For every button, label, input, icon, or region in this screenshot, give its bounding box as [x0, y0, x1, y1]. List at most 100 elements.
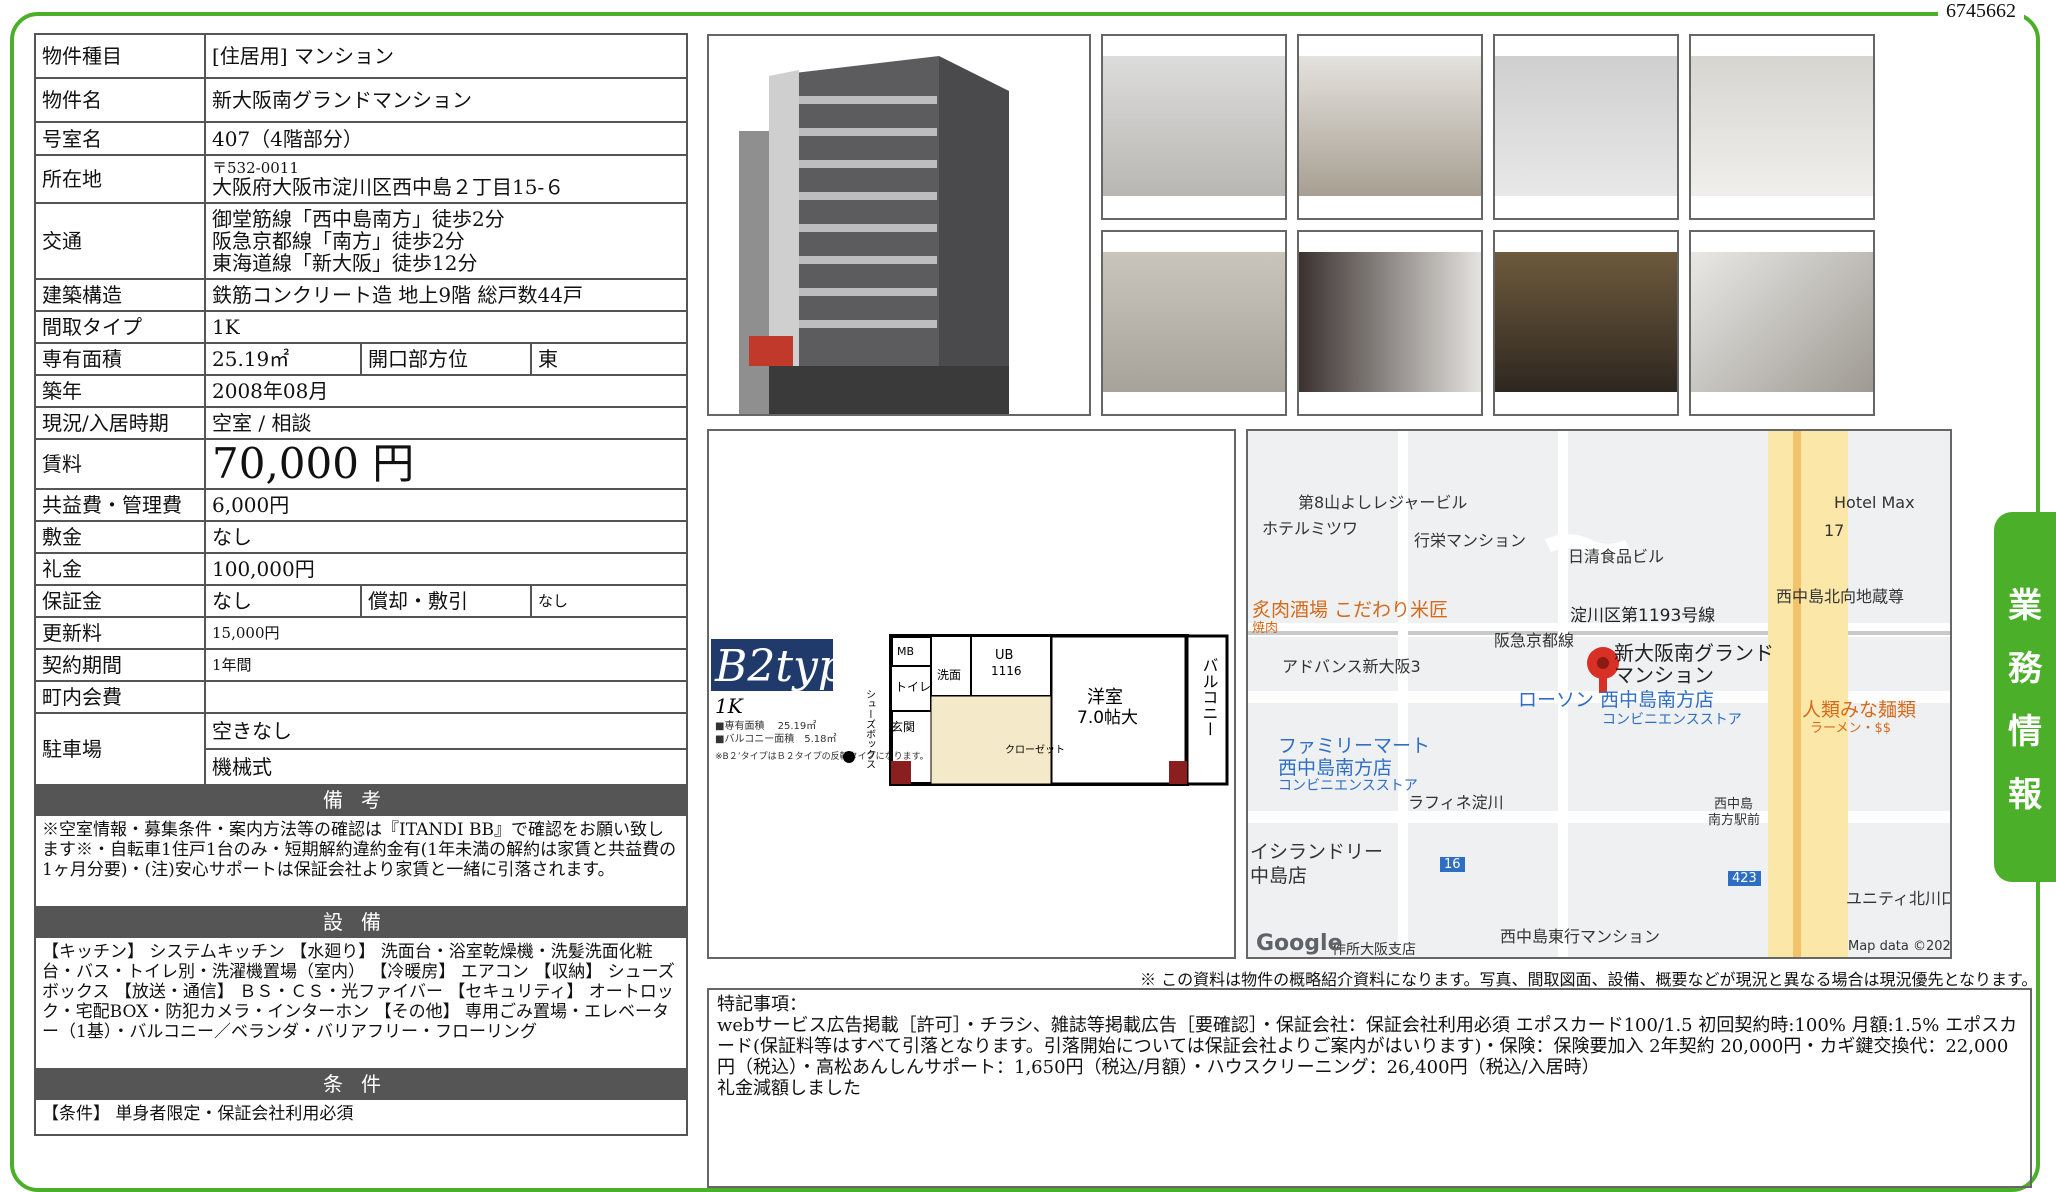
building-exterior-photo[interactable]	[707, 34, 1091, 416]
room-photo-7[interactable]	[1493, 230, 1679, 416]
deposit-label: 敷金	[34, 520, 206, 554]
plan-closet: クローゼット	[1005, 744, 1065, 756]
key-money-label: 礼金	[34, 552, 206, 586]
built-label: 築年	[34, 374, 206, 408]
rent-value: 70,000 円	[203, 438, 689, 490]
plan-area-2: ■バルコニー面積 5.18㎡	[715, 732, 837, 745]
structure-label: 建築構造	[34, 278, 206, 312]
name-label: 物件名	[34, 77, 206, 123]
transit-label: 交通	[34, 202, 206, 280]
fee-value: 6,000円	[203, 488, 689, 522]
equipment-header: 設備	[33, 906, 689, 938]
amort-label: 償却・敷引	[360, 584, 532, 618]
room-photo-3[interactable]	[1493, 34, 1679, 220]
room-photo-image	[1299, 252, 1481, 392]
plan-room-label: 洋室	[1087, 687, 1123, 708]
conditions-header: 条件	[33, 1068, 689, 1100]
status-value: 空室 / 相談	[203, 406, 689, 440]
map-label: 炙肉酒場 こだわり米匠	[1252, 599, 1449, 621]
deposit-value: なし	[203, 520, 689, 554]
plan-entrance: 玄関	[891, 719, 915, 734]
map-label: ユニティ北川口	[1846, 889, 1952, 908]
plan-wash: 洗面	[937, 668, 961, 682]
map-attribution: Map data ©2022	[1848, 939, 1952, 954]
plan-mb: MB	[897, 645, 914, 658]
parking-label: 駐車場	[34, 712, 206, 786]
room-photo-image	[1691, 252, 1873, 392]
equipment-text: 【キッチン】 システムキッチン 【水廻り】 洗面台・浴室乾燥機・洗髪洗面化粧台・…	[33, 936, 689, 1070]
plan-ub: UB	[995, 648, 1013, 663]
parking-value-1: 空きなし	[203, 712, 689, 750]
remarks-text: ※空室情報・募集条件・案内方法等の確認は『ITANDI BB』で確認をお願い致し…	[33, 814, 689, 908]
map-label: ローソン 西中島南方店	[1518, 689, 1715, 711]
map-label: 中島店	[1250, 865, 1308, 887]
area-label: 専有面積	[34, 342, 206, 376]
map-label: 西中島北向地蔵尊	[1776, 587, 1905, 606]
room-label: 号室名	[34, 121, 206, 156]
room-photo-image	[1103, 56, 1285, 196]
map-label: 行栄マンション	[1414, 531, 1527, 550]
renewal-value: 15,000円	[203, 616, 689, 650]
guarantee-value: なし	[204, 584, 362, 618]
structure-value: 鉄筋コンクリート造 地上9階 総戸数44戸	[203, 278, 689, 312]
room-photo-6[interactable]	[1297, 230, 1483, 416]
guarantee-label: 保証金	[34, 584, 206, 618]
room-value: 407（4階部分）	[203, 121, 689, 156]
map-label: 阪急京都線	[1494, 631, 1575, 650]
address-value: 大阪府大阪市淀川区西中島２丁目15-６	[212, 175, 565, 199]
room-photo-4[interactable]	[1689, 34, 1875, 220]
room-photo-image	[1103, 252, 1285, 392]
contract-label: 契約期間	[34, 648, 206, 682]
document-id: 6745662	[1938, 0, 2024, 23]
room-photo-8[interactable]	[1689, 230, 1875, 416]
map-label: コンビニエンスストア	[1278, 778, 1418, 794]
side-tab-char: 報	[2008, 775, 2042, 815]
area-value: 25.19㎡	[204, 342, 362, 376]
room-photo-image	[1299, 56, 1481, 196]
room-photo-5[interactable]	[1101, 230, 1287, 416]
plan-layout: 1K	[715, 694, 744, 718]
map-label: Hotel Max	[1834, 493, 1915, 512]
transit-cell: 御堂筋線「西中島南方」徒歩2分 阪急京都線「南方」徒歩2分 東海道線「新大阪」徒…	[203, 202, 689, 280]
address-label: 所在地	[34, 154, 206, 204]
layout-label: 間取タイプ	[34, 310, 206, 344]
map-label: 16	[1440, 857, 1465, 872]
community-label: 町内会費	[34, 680, 206, 714]
plan-balcony: バルコニー	[1200, 657, 1219, 737]
map-label: 日清食品ビル	[1568, 547, 1665, 566]
map-label: ラフィネ淀川	[1408, 793, 1504, 812]
map-label: マンション	[1614, 663, 1714, 687]
type-value: [住居用] マンション	[203, 33, 689, 79]
map-label: 作所大阪支店	[1332, 942, 1416, 958]
business-info-tab[interactable]: 業 務 情 報	[1994, 512, 2056, 882]
location-map[interactable]: 第8山よしレジャービル ホテルミツワ 行栄マンション 日清食品ビル Hotel …	[1246, 429, 1952, 959]
plan-note: ※B２’タイプはＢ２タイプの反転タイプになります。	[715, 751, 929, 762]
key-money-value: 100,000円	[203, 552, 689, 586]
plan-ub-size: 1116	[991, 664, 1022, 678]
conditions-text: 【条件】 単身者限定・保証会社利用必須	[33, 1098, 689, 1136]
renewal-label: 更新料	[34, 616, 206, 650]
map-label: 南方駅前	[1708, 813, 1761, 828]
building-image	[709, 36, 1089, 414]
plan-room-size: 7.0帖大	[1077, 708, 1138, 728]
map-label: コンビニエンスストア	[1602, 712, 1742, 728]
transit-line: 東海道線「新大阪」徒歩12分	[212, 251, 478, 275]
special-notes-line: 礼金減額しました	[717, 1078, 861, 1099]
google-logo: Google	[1256, 931, 1343, 956]
special-notes-line: webサービス広告掲載［許可］・チラシ、雑誌等掲載広告［要確認］・保証会社：保証…	[717, 1015, 2018, 1078]
contract-value: 1年間	[203, 648, 689, 682]
status-label: 現況/入居時期	[34, 406, 206, 440]
room-photo-2[interactable]	[1297, 34, 1483, 220]
plan-shoebox: シューズボックス	[864, 689, 876, 769]
room-photo-1[interactable]	[1101, 34, 1287, 220]
side-tab-char: 業	[2008, 586, 2042, 626]
opening-value: 東	[529, 342, 689, 376]
disclaimer: ※ この資料は物件の概略紹介資料になります。写真、間取図面、設備、概要などが現況…	[1140, 970, 2038, 989]
room-photo-image	[1495, 56, 1677, 196]
floor-plan[interactable]: B2type 1K ■専有面積 25.19㎡ ■バルコニー面積 5.18㎡ ※B…	[707, 429, 1236, 959]
plan-toilet: トイレ	[895, 680, 931, 694]
map-label: 17	[1824, 521, 1845, 540]
name-value: 新大阪南グランドマンション	[203, 77, 689, 123]
map-label: 西中島東行マンション	[1500, 927, 1661, 946]
map-label: 淀川区第1193号線	[1570, 606, 1716, 626]
